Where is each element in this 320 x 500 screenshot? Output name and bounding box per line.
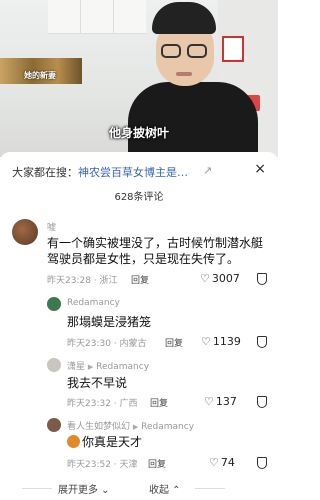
reply-button[interactable]: 回复 bbox=[131, 273, 149, 286]
comment-username[interactable]: Redamancy bbox=[67, 298, 120, 308]
reply-button[interactable]: 回复 bbox=[150, 396, 168, 409]
inset-caption: 她的新妻 bbox=[24, 71, 56, 80]
video-subtitle: 他身披树叶 bbox=[108, 126, 169, 140]
like-count: 74 bbox=[220, 456, 235, 469]
divider bbox=[195, 488, 225, 489]
comment-text: 那塌蟆是浸猪笼 bbox=[67, 315, 152, 329]
like-button[interactable]: ♡ 3007 bbox=[200, 272, 240, 285]
like-button[interactable]: ♡ 74 bbox=[209, 456, 235, 469]
avatar[interactable] bbox=[47, 297, 61, 311]
like-button[interactable]: ♡ 137 bbox=[204, 395, 237, 408]
reply-button[interactable]: 回复 bbox=[148, 457, 166, 470]
heart-icon: ♡ bbox=[204, 395, 214, 408]
comment-text-body: 你真是天才 bbox=[82, 435, 143, 449]
comment-username-text: 潇星 bbox=[67, 362, 86, 372]
presenter-jacket bbox=[128, 82, 258, 157]
like-button[interactable]: ♡ 1139 bbox=[201, 335, 241, 348]
reply-arrow-icon: ▶ bbox=[132, 423, 139, 431]
comment-text: 我去不早说 bbox=[67, 376, 128, 390]
comment-meta: 昨天23:52 · 天津 bbox=[67, 460, 138, 470]
heart-icon: ♡ bbox=[201, 335, 211, 348]
close-icon[interactable]: × bbox=[254, 161, 266, 177]
presenter-mouth bbox=[176, 72, 192, 76]
comment-text: 有一个确实被埋没了，古时候竹制潜水艇驾驶员都是女性，只是现在失传了。 bbox=[47, 236, 264, 266]
dislike-icon[interactable] bbox=[257, 273, 267, 285]
comment-username[interactable]: 嘘 bbox=[47, 220, 56, 233]
dislike-icon[interactable] bbox=[257, 336, 267, 348]
presenter-glasses bbox=[161, 44, 209, 58]
like-count: 137 bbox=[215, 395, 237, 408]
collapse-button[interactable]: 收起 ⌃ bbox=[149, 481, 181, 496]
heart-icon: ♡ bbox=[200, 272, 210, 285]
emoji-icon bbox=[67, 435, 80, 448]
trending-search-link[interactable]: 大家都在搜：神农尝百草女博主是… ↗ bbox=[12, 164, 252, 180]
comment-username-text: 看人生如梦似幻 bbox=[67, 422, 131, 432]
avatar[interactable] bbox=[12, 219, 38, 245]
presenter-hat bbox=[152, 2, 216, 34]
video-player[interactable]: 她的新妻 他身披树叶 bbox=[0, 0, 278, 157]
trending-search-topic[interactable]: 神农尝百草女博主是… bbox=[78, 166, 188, 179]
comment-text: 你真是天才 bbox=[67, 434, 267, 450]
like-count: 1139 bbox=[212, 335, 241, 348]
comment-panel: 大家都在搜：神农尝百草女博主是… ↗ × 628条评论 嘘 有一个确实被埋没了，… bbox=[0, 152, 278, 500]
external-link-icon: ↗ bbox=[203, 164, 213, 177]
comment-meta: 昨天23:32 · 广西 bbox=[67, 399, 138, 409]
heart-icon: ♡ bbox=[209, 456, 219, 469]
dislike-icon[interactable] bbox=[257, 396, 267, 408]
reply-button[interactable]: 回复 bbox=[165, 336, 183, 349]
comment-meta: 昨天23:30 · 内蒙古 bbox=[67, 339, 147, 349]
comment-footer: 展开更多 ⌄ 收起 ⌃ bbox=[0, 481, 278, 496]
reply-to-username[interactable]: Redamancy bbox=[141, 422, 194, 432]
comment-username[interactable]: 潇星 ▶ Redamancy bbox=[67, 359, 149, 372]
reply-arrow-icon: ▶ bbox=[87, 363, 94, 371]
dislike-icon[interactable] bbox=[257, 457, 267, 469]
avatar[interactable] bbox=[47, 418, 61, 432]
comment-username[interactable]: 看人生如梦似幻 ▶ Redamancy bbox=[67, 419, 194, 432]
comment-meta: 昨天23:28 · 浙江 bbox=[47, 276, 118, 286]
expand-more-button[interactable]: 展开更多 ⌄ bbox=[58, 481, 110, 496]
reply-to-username[interactable]: Redamancy bbox=[96, 362, 149, 372]
divider bbox=[22, 488, 52, 489]
avatar[interactable] bbox=[47, 358, 61, 372]
trending-search-prefix: 大家都在搜： bbox=[12, 166, 78, 179]
like-count: 3007 bbox=[211, 272, 240, 285]
comment-count: 628条评论 bbox=[114, 192, 164, 203]
